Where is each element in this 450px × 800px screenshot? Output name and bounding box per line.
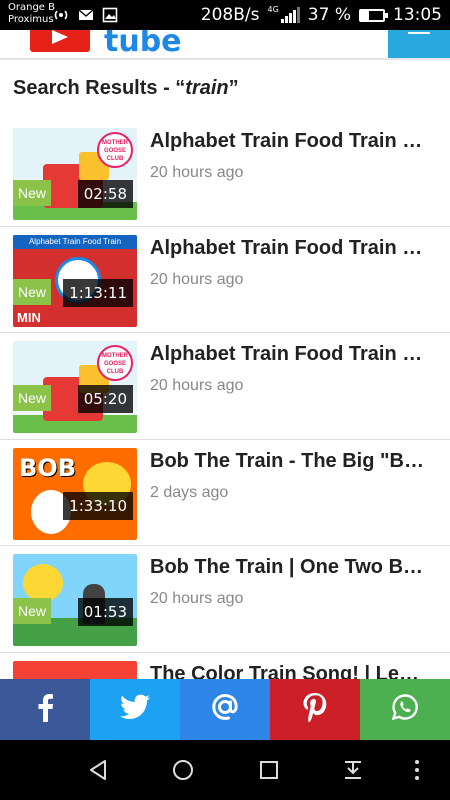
share-email-button[interactable]: [180, 679, 270, 740]
heading-suffix: ”: [228, 77, 239, 99]
share-bar: [0, 679, 450, 740]
thumbnail-corner-text: MIN: [15, 309, 43, 325]
video-age: 20 hours ago: [150, 590, 244, 607]
new-badge: New: [13, 385, 51, 411]
video-duration: 1:33:10: [63, 491, 133, 520]
list-item[interactable]: Alphabet Train Food Train MIN New 1:13:1…: [0, 227, 450, 333]
results-list: MOTHER GOOSE CLUB New 02:58 Alphabet Tra…: [0, 120, 450, 759]
video-title[interactable]: Alphabet Train Food Train Song | ABC Son…: [150, 130, 425, 153]
video-age: 20 hours ago: [150, 377, 244, 394]
thumbnail-caption: Alphabet Train Food Train: [13, 234, 137, 249]
carrier-line-1: Orange B: [8, 2, 55, 13]
app-bar: tube: [0, 30, 450, 60]
navigation-bar: [0, 740, 450, 800]
pinterest-icon: [301, 692, 329, 727]
heading-prefix: Search Results - “: [13, 77, 186, 99]
search-query: train: [185, 77, 229, 99]
new-badge: New: [13, 598, 51, 624]
menu-button[interactable]: [388, 30, 450, 58]
share-pinterest-button[interactable]: [270, 679, 360, 740]
video-duration: 02:58: [77, 180, 133, 208]
video-duration: 05:20: [77, 385, 133, 413]
signal-icon: [280, 7, 300, 23]
logo-play-icon[interactable]: [30, 30, 90, 52]
home-icon[interactable]: [171, 758, 195, 787]
at-sign-icon: [210, 692, 240, 727]
logo-text[interactable]: tube: [104, 30, 182, 58]
battery-icon: [359, 8, 388, 22]
recents-icon[interactable]: [257, 758, 281, 787]
twitter-icon: [120, 694, 150, 725]
carrier-name: Orange B Proximus: [8, 2, 55, 26]
list-item[interactable]: New 01:53 Bob The Train | One Two Buckle…: [0, 546, 450, 653]
whatsapp-icon: [391, 693, 419, 726]
video-duration: 01:53: [77, 598, 133, 626]
more-options-icon[interactable]: [405, 758, 429, 787]
video-title[interactable]: Alphabet Train Food Train Song | Mother …: [150, 343, 425, 366]
network-type: 4G: [267, 5, 279, 14]
hamburger-icon: [408, 32, 430, 34]
video-thumbnail[interactable]: New 01:53: [13, 554, 137, 646]
hotspot-icon: [52, 7, 70, 28]
video-age: 20 hours ago: [150, 270, 244, 288]
mail-icon: [78, 7, 94, 28]
new-badge: New: [13, 180, 51, 206]
battery-percent: 37 %: [307, 5, 351, 25]
share-facebook-button[interactable]: [0, 679, 90, 740]
new-badge: New: [13, 278, 51, 305]
thumbnail-caption: BOB: [19, 453, 76, 482]
share-whatsapp-button[interactable]: [360, 679, 450, 740]
carrier-line-2: Proximus: [8, 14, 54, 25]
video-title[interactable]: Bob The Train - The Big "Bob" Compilatio…: [150, 450, 425, 473]
image-icon: [102, 7, 118, 28]
notification-pull-icon[interactable]: [341, 758, 365, 787]
video-thumbnail[interactable]: BOB 1:33:10: [13, 447, 137, 540]
video-title[interactable]: Alphabet Train Food Train Song Compilati…: [150, 237, 425, 260]
facebook-icon: [36, 692, 54, 727]
video-title[interactable]: Bob The Train | One Two Buckle My Shoe: [150, 556, 425, 579]
data-speed: 208B/s: [200, 5, 260, 25]
thumbnail-logo: MOTHER GOOSE CLUB: [97, 345, 133, 381]
video-thumbnail[interactable]: MOTHER GOOSE CLUB New 05:20: [13, 341, 137, 433]
thumbnail-logo: MOTHER GOOSE CLUB: [97, 132, 133, 168]
video-thumbnail[interactable]: MOTHER GOOSE CLUB New 02:58: [13, 128, 137, 220]
status-bar: Orange B Proximus 208B/s 4G 37 % 13:05: [0, 0, 450, 30]
clock: 13:05: [393, 5, 442, 25]
list-item[interactable]: MOTHER GOOSE CLUB New 05:20 Alphabet Tra…: [0, 333, 450, 440]
back-icon[interactable]: [86, 758, 110, 787]
share-twitter-button[interactable]: [90, 679, 180, 740]
search-results-heading: Search Results - “train”: [13, 77, 239, 100]
video-age: 20 hours ago: [150, 164, 244, 181]
video-age: 2 days ago: [150, 483, 229, 501]
list-item[interactable]: MOTHER GOOSE CLUB New 02:58 Alphabet Tra…: [0, 120, 450, 227]
video-thumbnail[interactable]: Alphabet Train Food Train MIN New 1:13:1…: [13, 234, 137, 327]
video-duration: 1:13:11: [63, 278, 133, 307]
list-item[interactable]: BOB 1:33:10 Bob The Train - The Big "Bob…: [0, 440, 450, 546]
